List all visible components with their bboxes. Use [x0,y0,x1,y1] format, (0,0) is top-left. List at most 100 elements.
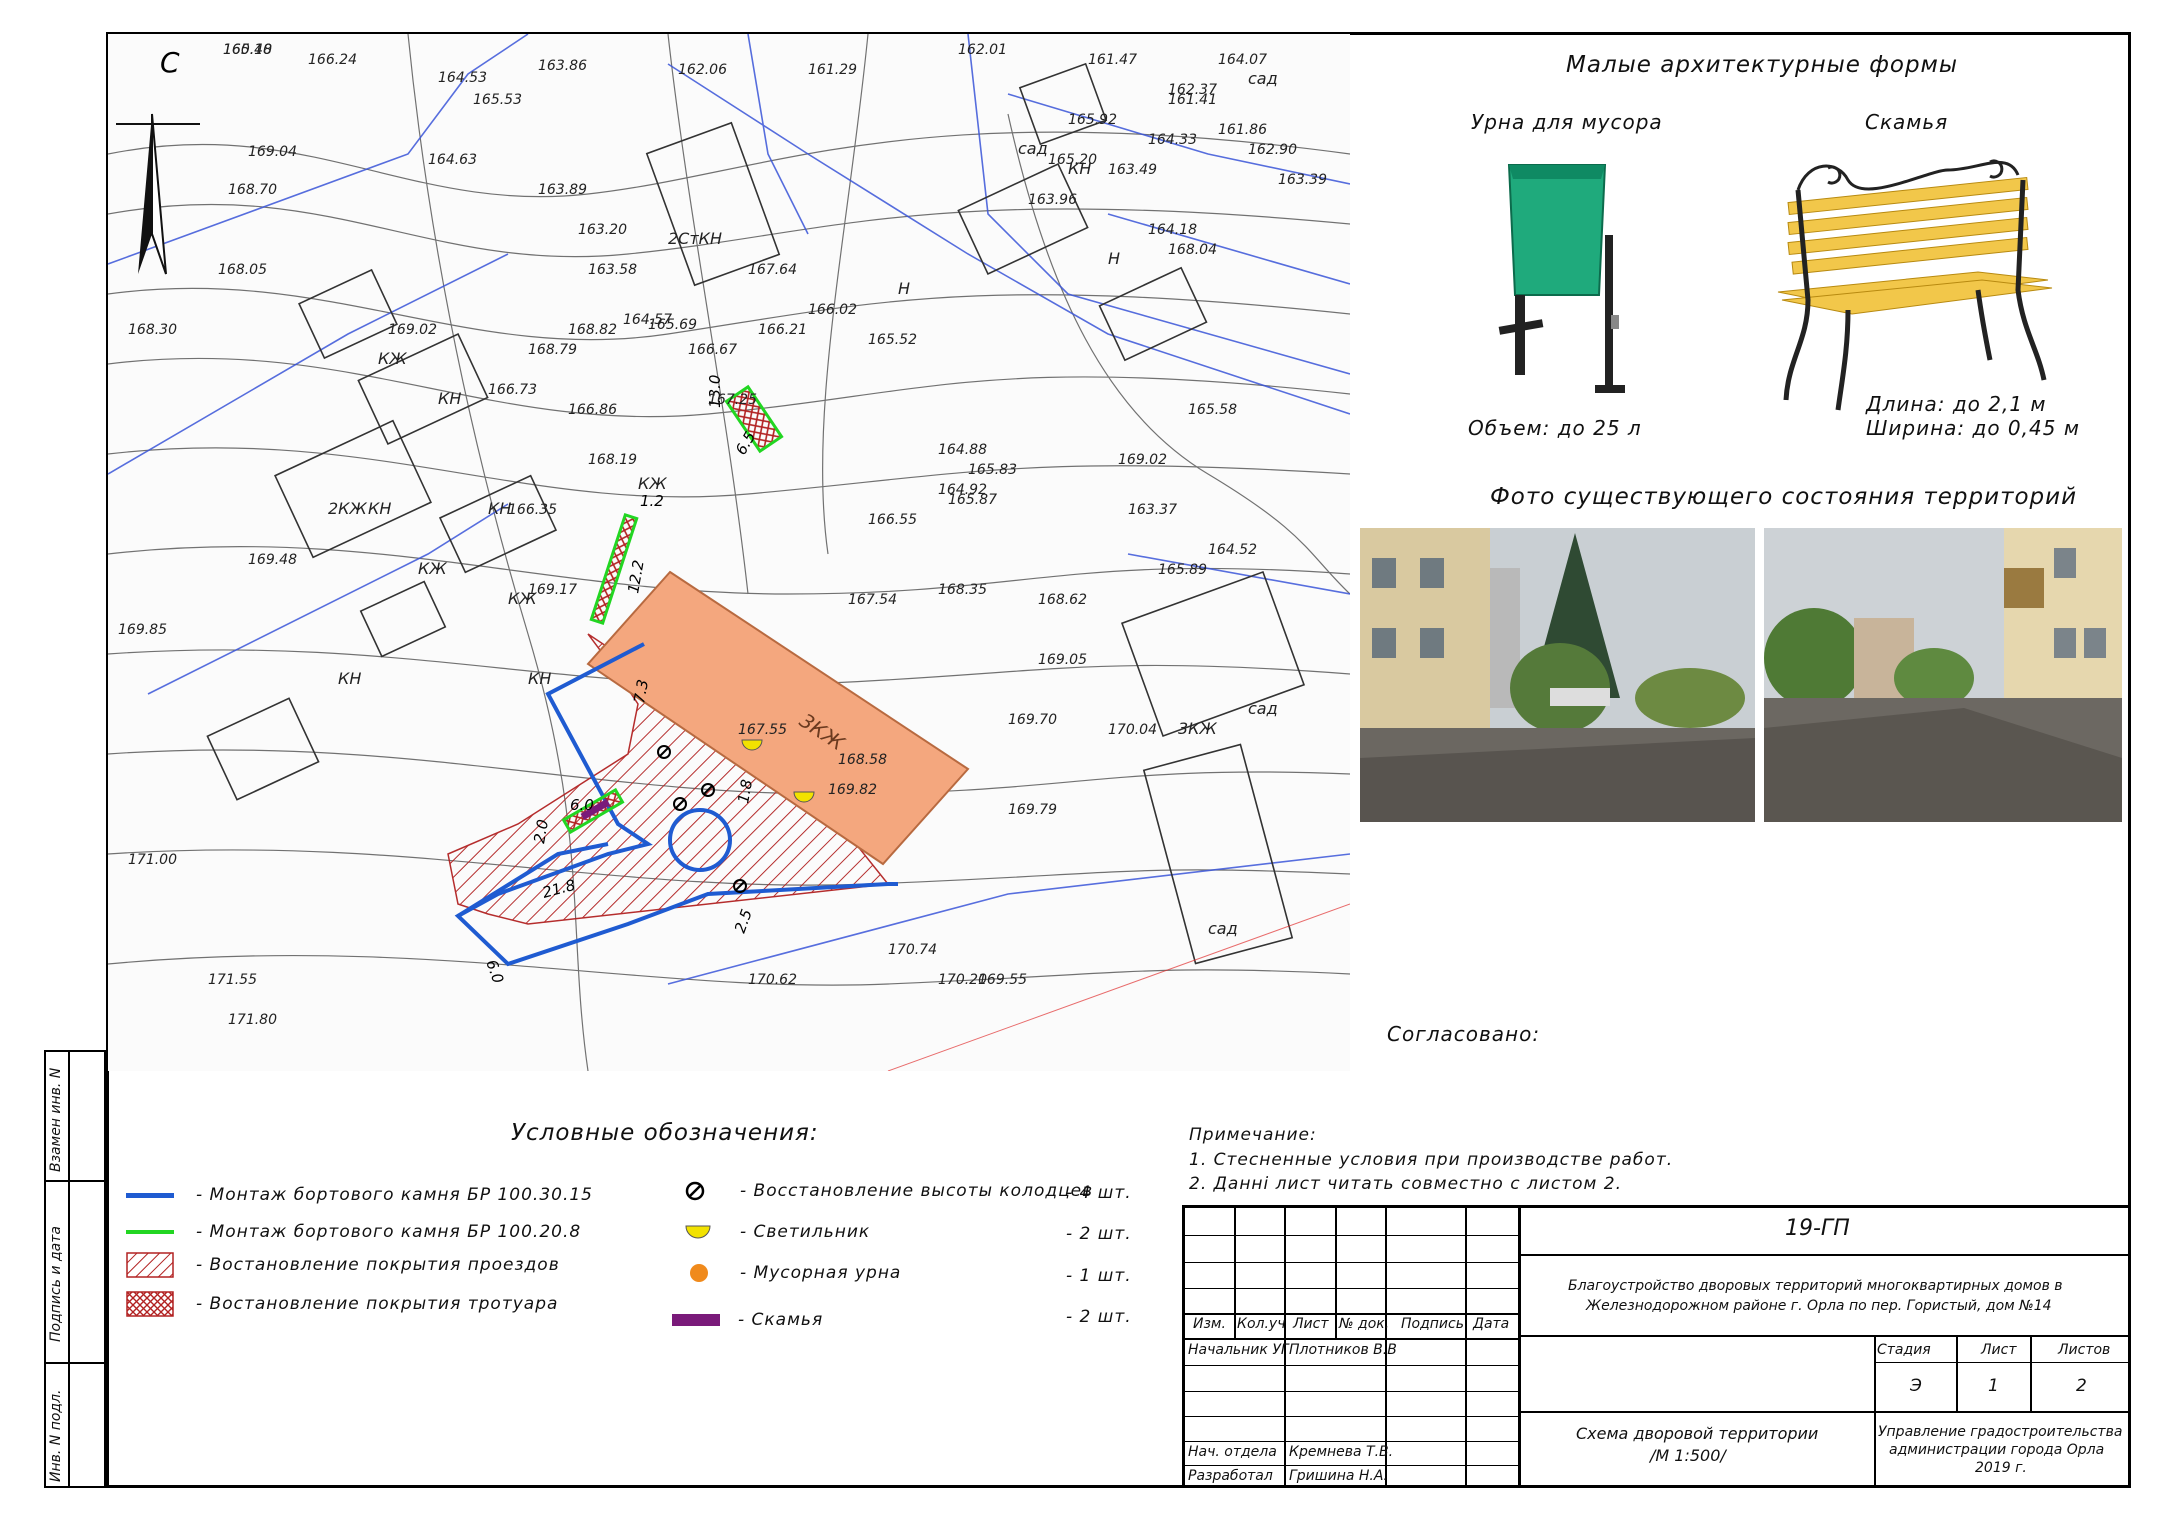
elevation-label: 160.10 [223,42,272,58]
sheets-header: Листов [2058,1342,2111,1358]
building-tag: КН [338,669,361,688]
project-title-2: Железнодорожном районе г. Орла по пер. Г… [1586,1298,2052,1314]
site-photo-2 [1764,528,2122,822]
elevation-label: 168.30 [128,322,177,338]
legend-label: - Монтаж бортового камня БР 100.20.8 [196,1222,582,1242]
elevation-label: 162.90 [1248,142,1297,158]
elevation-label: 165.87 [948,492,997,508]
elevation-label: 171.00 [128,852,177,868]
elevation-label: 169.05 [1038,652,1087,668]
building-tag: сад [1208,919,1238,938]
name-dept: Кремнева Т.В. [1289,1444,1394,1460]
photos-title: Фото существующего состояния территорий [1490,484,2078,510]
elevation-label: 167.25 [708,392,757,408]
maf-title: Малые архитектурные формы [1566,52,1959,78]
elevation-label: 165.53 [473,92,522,108]
building-tag: КН [488,499,511,518]
building-tag: 2СтКН [668,229,722,248]
elevation-label: 164.52 [1208,542,1257,558]
elevation-label: 164.07 [1218,52,1267,68]
elevation-label: 164.33 [1148,132,1197,148]
legend-blue-swatch [126,1192,174,1198]
elevation-label: 167.54 [848,592,897,608]
elevation-label: 168.58 [838,752,887,768]
elevation-label: 168.82 [568,322,617,338]
elevation-label: 164.53 [438,70,487,86]
elevation-label: 164.18 [1148,222,1197,238]
building-tag: сад [1018,139,1048,158]
elevation-label: 163.49 [1108,162,1157,178]
col-count: Кол.уч [1237,1316,1286,1332]
sheet-value: 1 [1988,1376,1999,1396]
col-sign: Подпись [1401,1316,1464,1332]
lamp-icon [685,1225,711,1239]
elevation-label: 162.37 [1168,82,1217,98]
urn-image [1498,164,1625,393]
project-title-1: Благоустройство дворовых территорий мног… [1568,1278,2063,1294]
elevation-label: 171.55 [208,972,257,988]
building-tag: 3КЖ [1178,719,1218,738]
legend-item-green-curb: - Монтаж бортового камня БР 100.20.8 [126,1222,581,1242]
building-tag: сад [1248,699,1278,718]
elevation-label: 161.47 [1088,52,1137,68]
well-icon [685,1181,705,1201]
side-stamp: Взамен инв. N Подпись и дата Инв. N подл… [44,1050,106,1488]
qty-wells: - 4 шт. [1066,1183,1132,1203]
elevation-label: 166.55 [868,512,917,528]
legend-label: - Монтаж бортового камня БР 100.30.15 [196,1185,593,1205]
elevation-label: 170.20 [938,972,987,988]
building-tag: КЖ [418,559,447,578]
elevation-label: 168.19 [588,452,637,468]
elevation-label: 169.02 [1118,452,1167,468]
bench-length: Длина: до 2,1 м [1866,392,2047,416]
elevation-label: 166.35 [508,502,557,518]
elevation-label: 163.37 [1128,502,1177,518]
qty-urns: - 1 шт. [1066,1266,1132,1286]
qty-lamps: - 2 шт. [1066,1224,1132,1244]
name-head: Плотников В.В [1289,1342,1397,1358]
elevation-label: 165.92 [1068,112,1117,128]
legend-green-swatch [126,1230,174,1234]
elevation-label: 169.82 [828,782,877,798]
elevation-label: 162.01 [958,42,1007,58]
elevation-label: 167.64 [748,262,797,278]
urn-title: Урна для мусора [1471,110,1663,134]
elevation-label: 167.55 [738,722,787,738]
elevation-label: 163.86 [538,58,587,74]
elevation-label: 165.52 [868,332,917,348]
elevation-label: 166.21 [758,322,807,338]
elevation-label: 169.79 [1008,802,1057,818]
legend-item-wells: - Восстановление высоты колодцев [684,1180,1093,1202]
drawing-code: 19-ГП [1785,1216,1850,1241]
elevation-label: 166.02 [808,302,857,318]
bench-image [1777,159,2053,411]
name-dev: Гришина Н.А. [1289,1468,1388,1484]
site-photo-1 [1360,528,1755,822]
elevation-label: 170.62 [748,972,797,988]
stage-value: Э [1910,1376,1922,1396]
elevation-label: 163.89 [538,182,587,198]
legend-item-driveway: - Востановление покрытия проездов [126,1252,560,1278]
org-line-1: Управление градостроительства [1878,1424,2123,1440]
elevation-label: 166.73 [488,382,537,398]
legend-crosshatch-swatch [126,1291,174,1317]
legend-item-urn: - Мусорная урна [684,1262,901,1284]
legend-item-blue-curb: - Монтаж бортового камня БР 100.30.15 [126,1185,593,1205]
elevation-label: 169.85 [118,622,167,638]
elevation-label: 164.88 [938,442,987,458]
legend-item-lamp: - Светильник [684,1222,870,1242]
elevation-label: 165.69 [648,317,697,333]
qty-benches: - 2 шт. [1066,1307,1132,1327]
elevation-label: 168.04 [1168,242,1217,258]
bench-title: Скамья [1865,110,1949,134]
building-tag: Н [898,279,910,298]
elevation-label: 169.04 [248,144,297,160]
compass-label: С [160,46,180,79]
role-dept: Нач. отдела [1188,1444,1277,1460]
legend-label: - Востановление покрытия тротуара [196,1294,559,1314]
elevation-label: 168.35 [938,582,987,598]
legend-label: - Востановление покрытия проездов [196,1255,560,1275]
role-head: Начальник УГ [1188,1342,1289,1358]
scheme-scale: /М 1:500/ [1650,1446,1726,1465]
scheme-title: Схема дворовой территории [1576,1424,1819,1443]
